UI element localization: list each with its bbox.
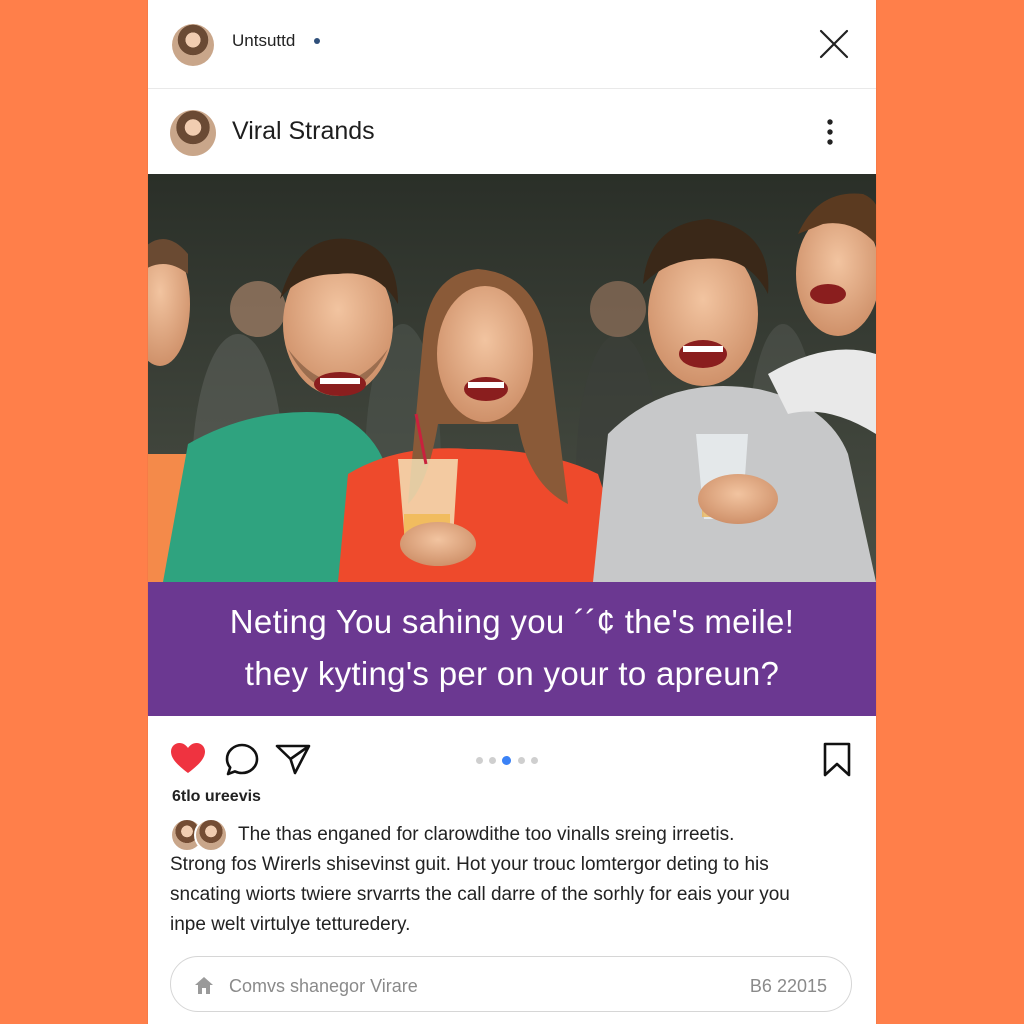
account-name[interactable]: Viral Strands <box>232 117 375 146</box>
home-icon <box>195 977 213 994</box>
carousel-dot[interactable] <box>489 757 496 764</box>
comment-icon <box>225 743 259 776</box>
comment-button[interactable] <box>224 742 260 778</box>
carousel-dot[interactable] <box>531 757 538 764</box>
share-button[interactable] <box>275 742 311 776</box>
caption-line: Strong fos Wirerls shisevinst guit. Hot … <box>170 854 769 875</box>
share-icon <box>275 744 311 775</box>
like-button[interactable] <box>170 742 206 776</box>
more-options-button[interactable] <box>822 117 838 149</box>
status-dot <box>314 38 320 44</box>
save-button[interactable] <box>822 742 852 778</box>
top-bar-title: Untsuttd <box>232 31 296 50</box>
post-banner: Neting You sahing you ´´¢ the's meile! t… <box>148 582 876 716</box>
account-avatar[interactable] <box>170 110 216 156</box>
caption-line: inpe welt virtulye tetturedery. <box>170 914 411 935</box>
close-icon <box>819 29 849 59</box>
caption-line: The thas enganed for clarowdithe too vin… <box>238 824 735 845</box>
bookmark-icon <box>823 742 851 777</box>
user-avatar[interactable] <box>172 24 214 66</box>
caption-avatar[interactable] <box>194 818 228 852</box>
carousel-dot[interactable] <box>518 757 525 764</box>
comment-input[interactable]: Comvs shanegor Virare B6 22015 <box>170 956 852 1012</box>
comment-placeholder: Comvs shanegor Virare <box>229 976 418 996</box>
post-modal: Untsuttd Viral Strands Neting You sahing… <box>148 0 876 1024</box>
comment-counter: B6 22015 <box>749 976 827 996</box>
banner-line-1: Neting You sahing you ´´¢ the's meile! <box>229 603 795 640</box>
more-icon <box>827 119 833 145</box>
heart-icon <box>171 743 205 773</box>
likes-count[interactable]: 6tlo ureevis <box>172 788 261 806</box>
top-bar: Untsuttd <box>148 0 876 89</box>
post-image[interactable] <box>148 174 876 582</box>
banner-line-2: they kyting's per on your to apreun? <box>244 655 780 692</box>
post-header: Viral Strands <box>148 89 876 174</box>
post-actions <box>148 716 876 796</box>
caption-line: sncating wiorts twiere srvarrts the call… <box>170 884 790 905</box>
carousel-dot[interactable] <box>476 757 483 764</box>
carousel-dot-active[interactable] <box>502 756 511 765</box>
close-button[interactable] <box>816 26 852 62</box>
